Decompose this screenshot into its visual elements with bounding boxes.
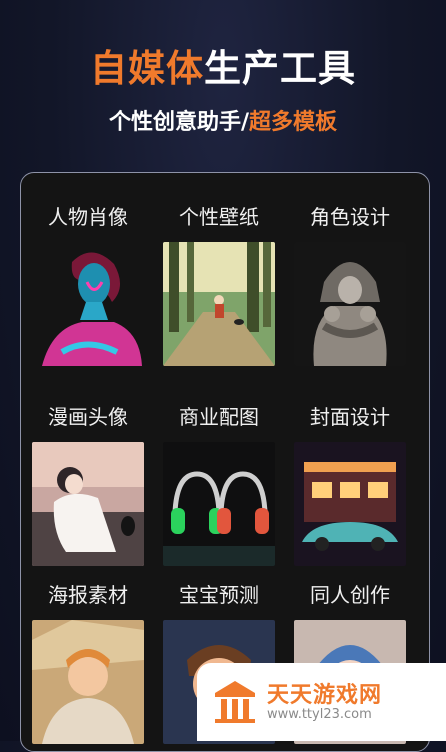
template-label: 角色设计 — [310, 205, 390, 229]
template-card-poster[interactable]: 海报素材 — [28, 579, 148, 744]
watermark-url: www.ttyl23.com — [267, 707, 372, 722]
forest-wallpaper-thumbnail — [163, 242, 275, 366]
neon-diner-thumbnail — [294, 442, 406, 566]
template-card-wallpaper[interactable]: 个性壁纸 — [159, 201, 279, 366]
watermark-logo-icon — [215, 681, 255, 723]
template-label: 人物肖像 — [48, 205, 128, 229]
template-label: 商业配图 — [179, 405, 259, 429]
hero-subtitle-accent: 超多模板 — [249, 110, 338, 135]
hero-title-accent: 自媒体 — [90, 47, 204, 90]
headphones-thumbnail — [163, 442, 275, 566]
anime-girl-thumbnail — [32, 442, 144, 566]
watermark-name: 天天游戏网 — [267, 683, 383, 708]
hero-subtitle-plain: 个性创意助手/ — [108, 110, 250, 135]
template-label: 漫画头像 — [48, 405, 128, 429]
hero-subtitle: 个性创意助手/超多模板 — [0, 104, 446, 136]
template-card-character[interactable]: 角色设计 — [290, 201, 410, 366]
hero-title-rest: 生产工具 — [204, 47, 356, 90]
template-card-portrait[interactable]: 人物肖像 — [28, 201, 148, 366]
poster-thumbnail — [32, 620, 144, 744]
armored-character-thumbnail — [294, 242, 406, 366]
template-card-cover[interactable]: 封面设计 — [290, 401, 410, 566]
template-label: 同人创作 — [310, 583, 390, 607]
template-card-commercial[interactable]: 商业配图 — [159, 401, 279, 566]
template-label: 海报素材 — [48, 583, 128, 607]
template-label: 封面设计 — [310, 405, 390, 429]
site-watermark: 天天游戏网 www.ttyl23.com — [197, 663, 446, 741]
template-label: 宝宝预测 — [179, 583, 259, 607]
template-label: 个性壁纸 — [179, 205, 259, 229]
template-card-comic-avatar[interactable]: 漫画头像 — [28, 401, 148, 566]
neon-portrait-thumbnail — [32, 242, 144, 366]
hero-title: 自媒体生产工具 — [0, 38, 446, 92]
